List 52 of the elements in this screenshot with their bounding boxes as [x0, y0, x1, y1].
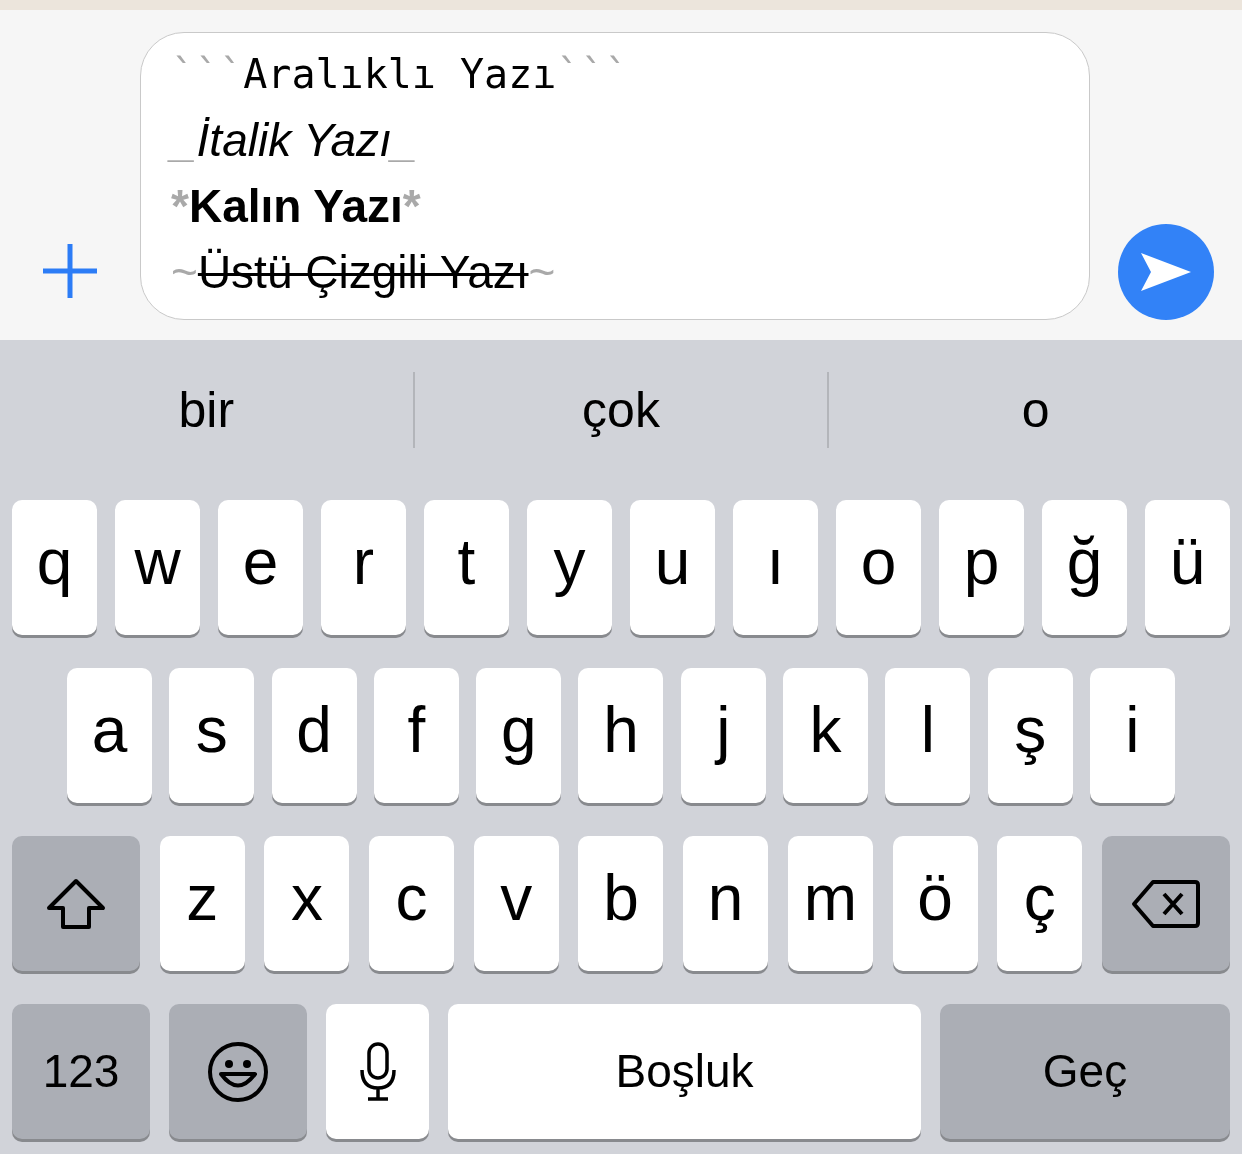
- letter-key[interactable]: a: [67, 668, 152, 803]
- microphone-key[interactable]: [326, 1004, 429, 1139]
- letter-key[interactable]: r: [321, 500, 406, 635]
- letter-key[interactable]: d: [271, 668, 357, 803]
- letter-key[interactable]: c: [369, 836, 455, 971]
- shift-key[interactable]: [12, 836, 140, 971]
- message-line: ~Üstü Çizgili Yazı~: [171, 245, 557, 300]
- letter-key[interactable]: t: [424, 500, 509, 635]
- letter-key[interactable]: h: [578, 668, 664, 803]
- letter-key[interactable]: ş: [987, 668, 1073, 803]
- letter-key[interactable]: k: [783, 668, 869, 803]
- shift-icon: [45, 877, 107, 930]
- suggestion-item[interactable]: çok: [582, 372, 660, 448]
- letter-key[interactable]: q: [12, 500, 97, 635]
- suggestion-item[interactable]: bir: [178, 372, 235, 448]
- letter-key[interactable]: u: [630, 500, 715, 635]
- message-field[interactable]: ```Aralıklı Yazı``` _İtalik Yazı_ *Kalın Yazı* ~Üstü Çizgili Yazı~: [140, 32, 1090, 320]
- letter-key[interactable]: ı: [733, 500, 818, 635]
- backspace-icon: [1130, 878, 1201, 929]
- letter-key[interactable]: ü: [1145, 500, 1230, 635]
- delete-key[interactable]: [1101, 836, 1230, 971]
- message-line: *Kalın Yazı*: [171, 179, 422, 234]
- plus-icon[interactable]: [41, 242, 99, 300]
- letter-key[interactable]: p: [939, 500, 1024, 635]
- space-key[interactable]: Boşluk: [448, 1004, 921, 1139]
- letter-key[interactable]: f: [373, 668, 459, 803]
- letter-key[interactable]: m: [787, 836, 873, 971]
- suggestion-item[interactable]: o: [1021, 372, 1050, 448]
- letter-key[interactable]: z: [159, 836, 245, 971]
- letter-key[interactable]: o: [836, 500, 921, 635]
- letter-key[interactable]: ç: [997, 836, 1083, 971]
- letter-key[interactable]: x: [264, 836, 350, 971]
- letter-key[interactable]: s: [169, 668, 255, 803]
- emoji-key[interactable]: [169, 1004, 307, 1139]
- numbers-key[interactable]: 123: [12, 1004, 150, 1139]
- letter-key[interactable]: b: [578, 836, 664, 971]
- letter-key[interactable]: v: [473, 836, 559, 971]
- letter-key[interactable]: l: [885, 668, 971, 803]
- letter-key[interactable]: y: [527, 500, 612, 635]
- letter-key[interactable]: j: [680, 668, 766, 803]
- message-line: ```Aralıklı Yazı```: [171, 50, 630, 99]
- return-key[interactable]: Geç: [940, 1004, 1230, 1139]
- letter-key[interactable]: ö: [892, 836, 978, 971]
- microphone-icon: [358, 1041, 397, 1102]
- letter-key[interactable]: n: [683, 836, 769, 971]
- letter-key[interactable]: ğ: [1042, 500, 1127, 635]
- letter-key[interactable]: w: [115, 500, 200, 635]
- letter-key[interactable]: e: [218, 500, 303, 635]
- send-icon: [1139, 251, 1193, 293]
- letter-key[interactable]: i: [1089, 668, 1175, 803]
- smiley-icon: [207, 1040, 269, 1103]
- letter-key[interactable]: g: [476, 668, 562, 803]
